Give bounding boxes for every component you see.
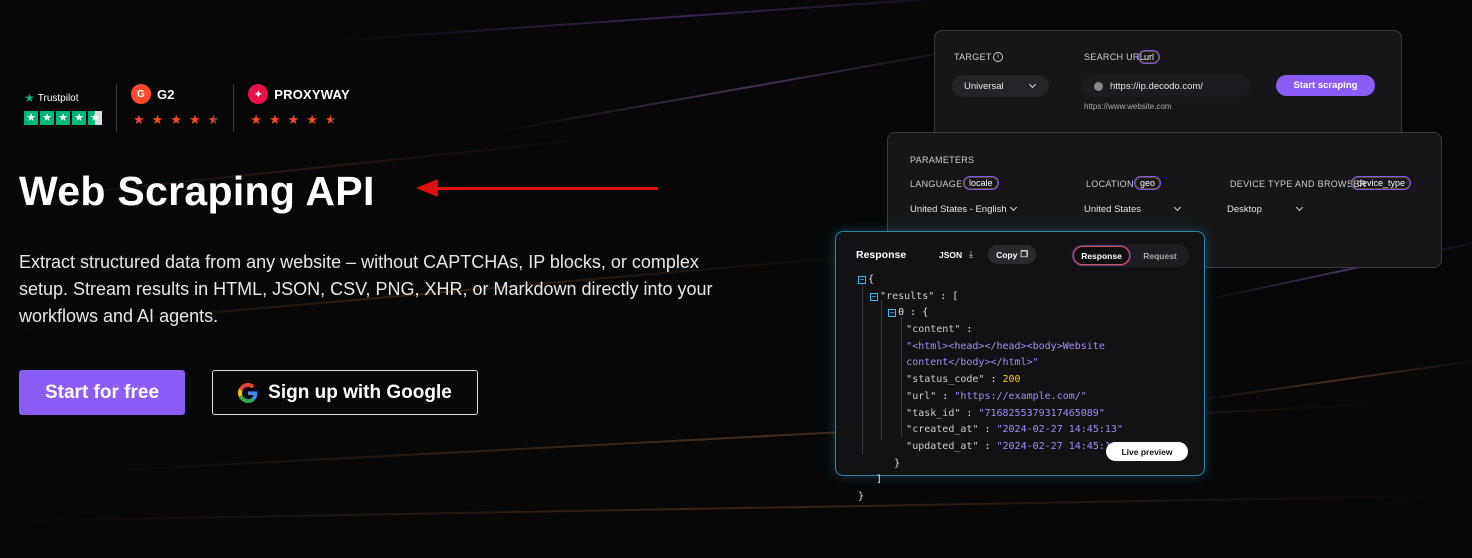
proxyway-stars: ★ ★ ★ ★ ★ (248, 112, 350, 128)
collapse-toggle-icon[interactable]: − (870, 292, 879, 301)
proxyway-rating: ✦ PROXYWAY ★ ★ ★ ★ ★ (248, 84, 350, 134)
start-scraping-button[interactable]: Start scraping (1276, 75, 1375, 96)
json-string: content</body></html>" (906, 357, 1039, 369)
chevron-down-icon (1009, 203, 1018, 212)
device-type-chip: device_type (1351, 176, 1412, 190)
star-icon: ★ (24, 111, 38, 125)
proxyway-logo-icon: ✦ (248, 84, 269, 104)
url-chip: url (1138, 50, 1161, 64)
chevron-down-icon (1173, 203, 1182, 212)
json-key: "created_at" (906, 424, 979, 436)
language-label: LANGUAGE (910, 179, 963, 189)
star-icon: ★ (287, 112, 300, 127)
json-string: "2024-02-27 14:45:13" (996, 424, 1123, 436)
json-key: "results" (880, 290, 935, 302)
sign-up-with-google-button[interactable]: Sign up with Google (212, 370, 478, 415)
half-star-icon: ★ (207, 112, 220, 127)
chevron-down-icon (1295, 203, 1304, 212)
star-icon: ★ (268, 112, 281, 127)
parameters-title: PARAMETERS (910, 155, 975, 165)
json-key: "content" (906, 324, 961, 336)
g2-name: G2 (157, 86, 175, 102)
globe-icon (1094, 82, 1103, 91)
google-icon (238, 382, 258, 403)
divider (116, 84, 117, 132)
device-label: DEVICE TYPE AND BROWSER (1230, 179, 1367, 189)
json-string: "https://example.com/" (954, 390, 1087, 402)
half-star-icon: ★ (324, 112, 337, 127)
annotation-arrow (416, 179, 658, 197)
location-value: United States (1084, 204, 1142, 215)
star-icon: ★ (170, 112, 182, 127)
json-key: "updated_at" (906, 440, 979, 452)
response-tabs: Response Request (1071, 244, 1189, 267)
language-value: United States - English (910, 204, 1007, 215)
trustpilot-logo: ★ Trustpilot (24, 91, 102, 105)
proxyway-name: PROXYWAY (274, 86, 350, 102)
json-response-viewer: −{ − "results" : [ −0 : { "content" : "<h… (858, 274, 1123, 502)
hero-description: Extract structured data from any website… (19, 252, 713, 326)
device-value: Desktop (1227, 204, 1262, 215)
half-star-icon: ★ (88, 111, 102, 125)
copy-button[interactable]: Copy ❐ (988, 245, 1036, 264)
trustpilot-stars: ★ ★ ★ ★ ★ (24, 111, 102, 125)
search-url-label: SEARCH URL (1084, 52, 1146, 62)
star-icon: ★ (250, 112, 262, 127)
json-index: 0 (898, 307, 905, 319)
target-label: TARGET (954, 52, 992, 62)
search-url-input[interactable]: https://ip.decodo.com/ (1082, 75, 1250, 97)
star-icon: ★ (72, 111, 86, 125)
locale-chip: locale (963, 176, 999, 190)
star-icon: ★ (306, 112, 318, 127)
geo-chip: geo (1134, 176, 1162, 190)
collapse-toggle-icon[interactable]: − (858, 276, 866, 284)
star-icon: ★ (56, 111, 70, 125)
g2-rating: G G2 ★ ★ ★ ★ ★ (131, 84, 219, 134)
json-string: "<html><head></head><body>Website (906, 340, 1105, 352)
target-card: TARGET i SEARCH URL url Universal https:… (934, 30, 1402, 140)
trustpilot-rating: ★ Trustpilot ★ ★ ★ ★ ★ (24, 84, 102, 134)
g2-logo-icon: G (131, 84, 151, 104)
json-key: "task_id" (906, 407, 961, 419)
start-for-free-button[interactable]: Start for free (19, 370, 185, 415)
copy-label: Copy (996, 249, 1018, 260)
copy-icon: ❐ (1020, 249, 1028, 259)
target-select[interactable]: Universal (952, 75, 1049, 97)
star-icon: ★ (133, 112, 145, 127)
collapse-toggle-icon[interactable]: − (888, 309, 897, 318)
star-icon: ★ (40, 111, 54, 125)
trustpilot-name: Trustpilot (37, 92, 79, 104)
tab-request[interactable]: Request (1133, 246, 1187, 265)
response-card: Response JSON ⤓ Copy ❐ Response Request … (835, 231, 1205, 502)
target-select-value: Universal (964, 81, 1004, 92)
trustpilot-star-icon: ★ (24, 91, 35, 105)
google-button-label: Sign up with Google (268, 381, 452, 403)
download-icon[interactable]: ⤓ (969, 249, 973, 260)
star-icon: ★ (151, 112, 164, 127)
format-label: JSON (939, 250, 963, 260)
g2-stars: ★ ★ ★ ★ ★ (131, 112, 219, 128)
response-title: Response (856, 249, 907, 261)
location-label: LOCATION (1086, 179, 1134, 189)
divider (233, 84, 235, 132)
ratings-bar: ★ Trustpilot ★ ★ ★ ★ ★ G G2 ★ ★ ★ ★ ★ ✦ … (24, 84, 350, 134)
star-icon: ★ (188, 112, 201, 127)
live-preview-button[interactable]: Live preview (1106, 442, 1188, 461)
url-hint: https://www.website.com (1084, 102, 1172, 111)
info-icon[interactable]: i (993, 52, 1003, 62)
chevron-down-icon (1028, 80, 1037, 89)
tab-response[interactable]: Response (1073, 246, 1130, 265)
json-number: 200 (1002, 374, 1021, 386)
json-string: "7168255379317465089" (978, 407, 1105, 419)
json-key: "url" (906, 390, 937, 402)
page-title: Web Scraping API (19, 168, 375, 214)
json-string: "2024-02-27 14:45:18" (996, 440, 1123, 452)
json-key: "status_code" (906, 374, 985, 386)
url-input-value: https://ip.decodo.com/ (1110, 81, 1203, 92)
